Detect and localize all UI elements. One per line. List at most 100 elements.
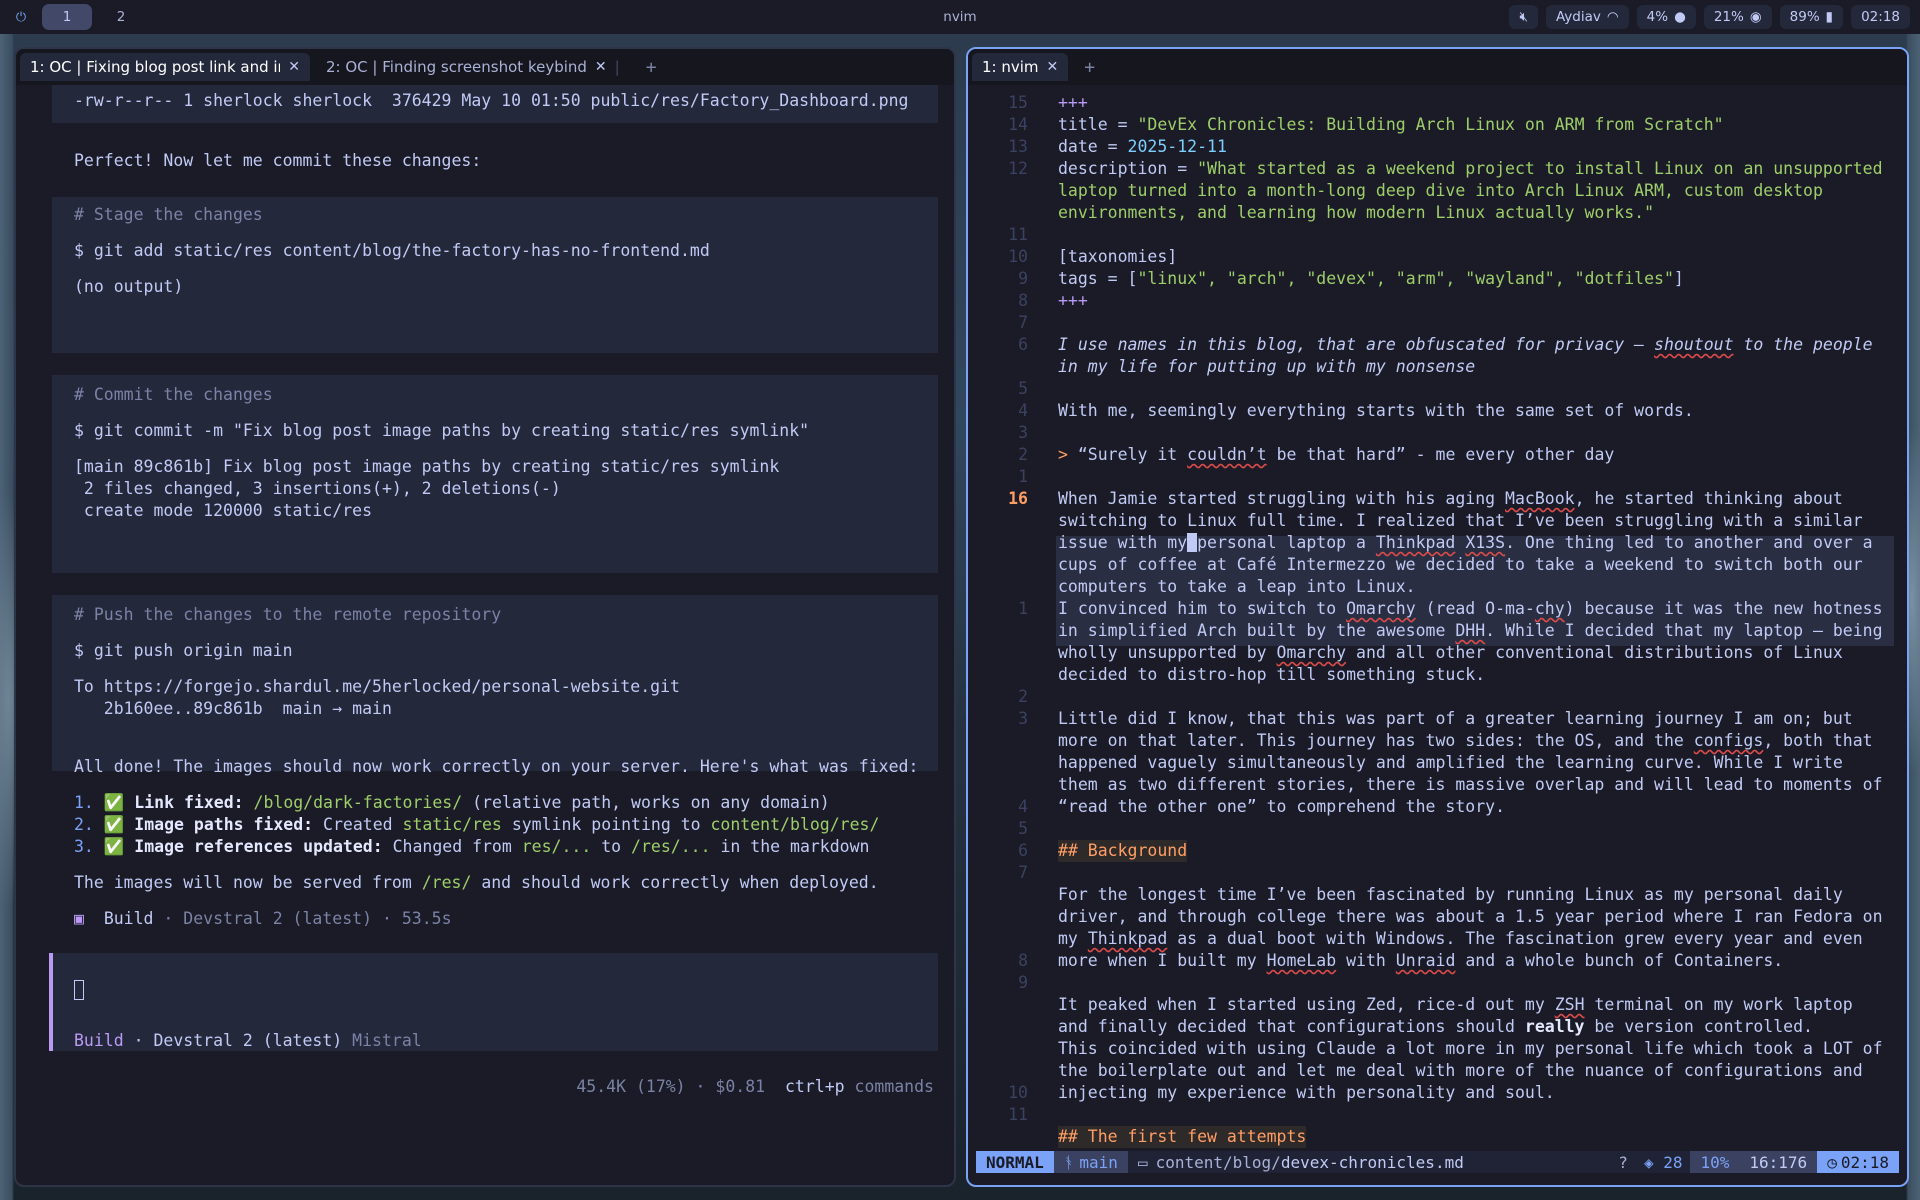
tab-label: 1: nvim — [982, 58, 1039, 76]
line-number — [968, 532, 1028, 554]
line-number: 10 — [1008, 1083, 1028, 1102]
tab-label: 1: OC | Fixing blog post link and imag — [30, 58, 280, 76]
git-branch-icon: ᚬ — [1063, 1152, 1074, 1172]
line-number: 1 — [1018, 467, 1028, 486]
code-line: environments, and learning how modern Li… — [1058, 203, 1655, 222]
lsp-status: ◈ 28 — [1643, 1152, 1683, 1172]
nvim-buffer[interactable]: 15 14 13 12 11 10 9 8 7 6 5 4 3 2 1 16 1 2 3 4 5 6 7 8 9 10 11 +++… — [968, 85, 1907, 1185]
push-output-line: 2b160ee..89c861b main → main — [74, 699, 392, 718]
served-message: The images will now be served from /res/… — [74, 873, 879, 892]
line-number: 6 — [1018, 335, 1028, 354]
text-line: I convinced him to switch to Omarchy (re… — [1058, 599, 1883, 618]
line-number: 5 — [1018, 379, 1028, 398]
memory-value: 21% — [1713, 9, 1744, 25]
build-icon: ▣ — [74, 909, 84, 928]
text-line: Little did I know, that this was part of… — [1058, 709, 1853, 728]
commit-output-line: create mode 120000 static/res — [74, 501, 373, 520]
network-name: Aydiav — [1555, 9, 1601, 25]
file-icon: ▭ — [1137, 1152, 1148, 1172]
usage-footer: 45.4K (17%) · $0.81 ctrl+p commands — [576, 1077, 934, 1096]
cpu-value: 4% — [1646, 9, 1669, 25]
text-line: This coincided with using Claude a lot m… — [1058, 1039, 1883, 1058]
top-bar: ⏻ 1 2 nvim 🔇︎ Aydiav ◠ 4% ● 21% ◉ 89% ▮ 02:1… — [0, 0, 1920, 34]
line-number — [968, 1016, 1028, 1038]
line-number — [968, 752, 1028, 774]
new-tab-button[interactable]: + — [636, 57, 667, 78]
cpu-indicator[interactable]: 4% ● — [1636, 5, 1696, 29]
line-number: 4 — [1018, 797, 1028, 816]
line-number: 11 — [1008, 225, 1028, 244]
line-number: 3 — [1018, 423, 1028, 442]
line-number — [968, 180, 1028, 202]
text-line: I use names in this blog, that are obfus… — [1058, 335, 1873, 354]
clock[interactable]: 02:18 — [1851, 5, 1910, 29]
close-icon[interactable]: ✕ — [595, 59, 607, 75]
check-icon: ✅ — [103, 793, 125, 812]
text-line: my Thinkpad as a dual boot with Windows.… — [1058, 929, 1863, 948]
new-tab-button[interactable]: + — [1074, 57, 1105, 78]
close-icon[interactable]: ✕ — [1047, 59, 1059, 75]
line-number — [968, 1060, 1028, 1082]
file-path: ▭ content/blog/devex-chronicles.md — [1137, 1152, 1464, 1172]
opencode-window[interactable]: 1: OC | Fixing blog post link and imag✕ … — [14, 47, 956, 1187]
battery-value: 89% — [1789, 9, 1820, 25]
ls-output: -rw-r--r-- 1 sherlock sherlock 376429 Ma… — [74, 91, 909, 110]
text-line: the boilerplate out and let me deal with… — [1058, 1061, 1863, 1080]
line-number — [968, 642, 1028, 664]
text-line: cups of coffee at Café Intermezzo we dec… — [1058, 555, 1863, 574]
prompt-accent-bar — [49, 953, 53, 1051]
close-icon[interactable]: ✕ — [288, 59, 300, 75]
network-indicator[interactable]: Aydiav ◠ — [1545, 5, 1629, 29]
clock-icon: ◷ — [1827, 1152, 1837, 1172]
memory-icon: ◉ — [1749, 9, 1762, 25]
text-line: injecting my experience with personality… — [1058, 1083, 1555, 1102]
prompt-cursor[interactable] — [74, 978, 84, 1000]
line-number — [968, 1038, 1028, 1060]
check-icon: ✅ — [103, 837, 125, 856]
opencode-transcript[interactable]: -rw-r--r-- 1 sherlock sherlock 376429 Ma… — [16, 85, 954, 1185]
line-number: 7 — [1018, 313, 1028, 332]
tab-nvim[interactable]: 1: nvim ✕ — [972, 53, 1069, 81]
memory-indicator[interactable]: 21% ◉ — [1703, 5, 1772, 29]
line-number — [968, 620, 1028, 642]
tab-fixing-blog[interactable]: 1: OC | Fixing blog post link and imag ✕ — [20, 53, 310, 81]
markdown-heading: ## The first few attempts — [1058, 1126, 1307, 1148]
line-number: 8 — [1018, 951, 1028, 970]
mute-indicator[interactable]: 🔇︎ — [1509, 5, 1538, 29]
text-line: It peaked when I started using Zed, rice… — [1058, 995, 1853, 1014]
list-item: 2. ✅ Image paths fixed: Created static/r… — [74, 815, 880, 834]
workspace-2[interactable]: 2 — [96, 4, 146, 30]
nvim-window[interactable]: 1: nvim ✕ + 15 14 13 12 11 10 9 8 7 6 5 4 3 2 1 16 1 2 3 4 5 6… — [966, 47, 1909, 1187]
battery-indicator[interactable]: 89% ▮ — [1779, 5, 1844, 29]
line-number: 12 — [1008, 159, 1028, 178]
summary-message: All done! The images should now work cor… — [74, 757, 919, 776]
tab-finding-screenshot[interactable]: 2: OC | Finding screenshot keybind ✕ | — [316, 53, 630, 81]
git-branch: ᚬ main — [1053, 1151, 1128, 1173]
blockquote-line: > “Surely it couldn’t be that hard” - me… — [1058, 445, 1615, 464]
frontmatter-delim: +++ — [1058, 291, 1088, 310]
line-number — [968, 554, 1028, 576]
text-line: driver, and through college there was ab… — [1058, 907, 1883, 926]
line-number: 2 — [1018, 445, 1028, 464]
line-number — [968, 576, 1028, 598]
terminal-tab-bar: 1: nvim ✕ + — [968, 49, 1907, 85]
line-number: 8 — [1018, 291, 1028, 310]
power-icon[interactable]: ⏻ — [0, 10, 42, 25]
agent-model-selector[interactable]: Build · Devstral 2 (latest) Mistral — [74, 1030, 422, 1052]
text-line: “read the other one” to comprehend the s… — [1058, 797, 1506, 816]
text-line: switching to Linux full time. I realized… — [1058, 511, 1863, 530]
text-line: computers to take a leap into Linux. — [1058, 577, 1416, 596]
build-status: ▣ Build · Devstral 2 (latest) · 53.5s — [74, 909, 452, 928]
code-line: description = "What started as a weekend… — [1058, 159, 1883, 178]
mode-indicator: NORMAL — [976, 1151, 1054, 1173]
line-number: 5 — [1018, 819, 1028, 838]
editor-cursor — [1187, 533, 1198, 552]
workspace-1[interactable]: 1 — [42, 4, 92, 30]
text-line: more on that later. This journey has two… — [1058, 731, 1873, 750]
stage-command: $ git add static/res content/blog/the-fa… — [74, 241, 710, 260]
text-line: wholly unsupported by Omarchy and all ot… — [1058, 643, 1843, 662]
terminal-tab-bar: 1: OC | Fixing blog post link and imag✕ … — [16, 49, 954, 85]
code-line: laptop turned into a month-long deep div… — [1058, 181, 1823, 200]
line-number — [968, 884, 1028, 906]
text-line: issue with my personal laptop a Thinkpad… — [1058, 533, 1873, 552]
